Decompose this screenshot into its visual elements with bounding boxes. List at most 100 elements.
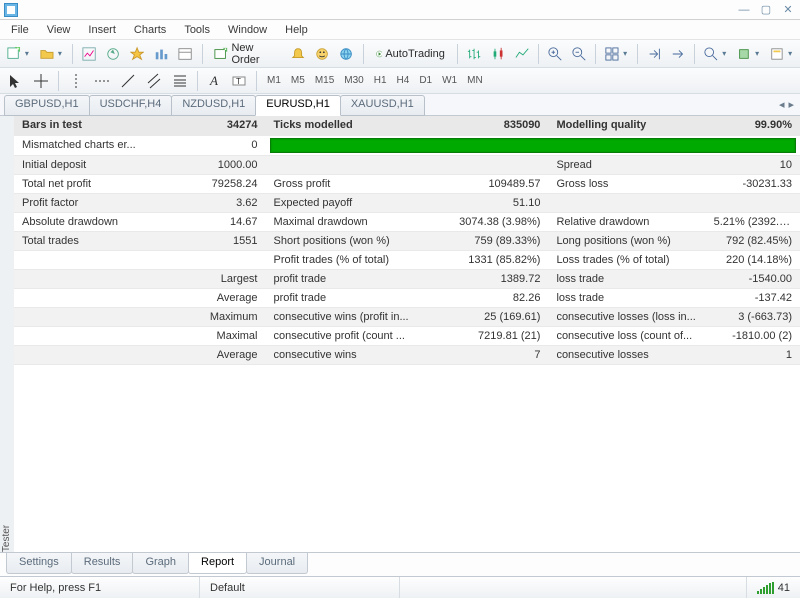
zoom-in-button[interactable] [544,43,566,65]
report-label: Long positions (won %) [548,231,705,250]
hline-icon [94,73,110,89]
chart-tab[interactable]: NZDUSD,H1 [171,95,256,116]
timeframe-m15[interactable]: M15 [310,70,339,92]
report-label: Initial deposit [14,155,163,174]
close-button[interactable]: ✕ [780,3,796,17]
report-label [266,155,439,174]
report-value: 109489.57 [438,174,548,193]
folder-icon [40,46,54,62]
chevron-down-icon: ▾ [24,49,30,58]
report-label: Mismatched charts er... [14,135,163,155]
timeframe-h1[interactable]: H1 [369,70,392,92]
equidistant-channel-button[interactable] [142,70,166,92]
tester-gutter-label: Tester [2,524,13,551]
tab-scroll-left[interactable]: ◂ [779,98,785,111]
market-watch-button[interactable] [78,43,100,65]
report-label: Loss trades (% of total) [548,250,705,269]
status-connection[interactable]: 41 [747,577,800,598]
report-label: consecutive loss (count of... [548,326,705,345]
channel-icon [146,73,162,89]
report-row: Maximumconsecutive wins (profit in...25 … [14,307,800,326]
tester-tab-graph[interactable]: Graph [132,553,189,574]
menu-view[interactable]: View [38,21,80,39]
bar-chart-icon [467,46,481,62]
report-value [438,155,548,174]
maximize-button[interactable]: ▢ [758,3,774,17]
terminal-button[interactable] [126,43,148,65]
autotrading-button[interactable]: AutoTrading [369,43,452,65]
report-label: Short positions (won %) [266,231,439,250]
chart-tab[interactable]: EURUSD,H1 [255,95,341,116]
status-connection-value: 41 [778,582,790,594]
signals-button[interactable] [335,43,357,65]
report-row: Mismatched charts er...0 [14,135,800,155]
report-label [14,326,163,345]
chart-tab[interactable]: USDCHF,H4 [89,95,173,116]
timeframe-h4[interactable]: H4 [392,70,415,92]
report-label: Relative drawdown [548,212,705,231]
status-help: For Help, press F1 [0,577,200,598]
menu-tools[interactable]: Tools [175,21,219,39]
report-label [14,307,163,326]
bell-icon [291,46,305,62]
menu-window[interactable]: Window [219,21,276,39]
tab-scroll-right[interactable]: ▸ [788,98,794,111]
candle-chart-button[interactable] [487,43,509,65]
report-value: 51.10 [438,193,548,212]
expert-list-button[interactable] [311,43,333,65]
timeframe-m1[interactable]: M1 [262,70,286,92]
horizontal-line-button[interactable] [90,70,114,92]
templates-button[interactable]: ▾ [766,43,797,65]
report-value: 5.21% (2392.12) [706,212,800,231]
profiles-button[interactable]: ▾ [36,43,67,65]
metaquotes-button[interactable] [287,43,309,65]
main-toolbar: ▾ ▾ New Order AutoTrading ▾ ▾ ▾ ▾ [0,40,800,68]
shift-chart-button[interactable] [643,43,665,65]
minimize-button[interactable]: — [736,3,752,17]
bar-chart-button[interactable] [463,43,485,65]
star-icon [130,46,144,62]
timeframe-m30[interactable]: M30 [339,70,368,92]
chart-tabs: × GBPUSD,H1USDCHF,H4NZDUSD,H1EURUSD,H1XA… [0,94,800,116]
timeframe-w1[interactable]: W1 [437,70,462,92]
new-chart-button[interactable]: ▾ [3,43,34,65]
tester-tab-report[interactable]: Report [188,553,247,574]
timeframe-m5[interactable]: M5 [286,70,310,92]
new-order-button[interactable]: New Order [207,43,285,65]
timeframe-d1[interactable]: D1 [414,70,437,92]
report-label: profit trade [266,288,439,307]
menu-help[interactable]: Help [276,21,317,39]
report-value: 82.26 [438,288,548,307]
chart-tab[interactable]: XAUUSD,H1 [340,95,425,116]
vertical-line-button[interactable] [64,70,88,92]
timeframe-mn[interactable]: MN [462,70,488,92]
crosshair-button[interactable] [29,70,53,92]
text-label-button[interactable]: T [227,70,251,92]
zoom-out-button[interactable] [568,43,590,65]
data-window-button[interactable] [174,43,196,65]
line-chart-button[interactable] [511,43,533,65]
report-value: 14.67 [163,212,265,231]
report-value: 3 (-663.73) [706,307,800,326]
trendline-button[interactable] [116,70,140,92]
chart-tab[interactable]: GBPUSD,H1 [4,95,90,116]
navigator-button[interactable] [102,43,124,65]
data-window-icon [178,46,192,62]
report-value: 25 (169.61) [438,307,548,326]
indicators-button[interactable]: ▾ [700,43,731,65]
tester-button[interactable] [150,43,172,65]
tile-windows-button[interactable]: ▾ [601,43,632,65]
auto-scroll-button[interactable] [667,43,689,65]
tester-tab-results[interactable]: Results [71,553,134,574]
report-value [706,193,800,212]
periodicity-button[interactable]: ▾ [733,43,764,65]
fibonacci-button[interactable] [168,70,192,92]
report-table: Bars in test34274Ticks modelled835090Mod… [14,116,800,365]
text-button[interactable]: A [203,70,225,92]
menu-insert[interactable]: Insert [79,21,125,39]
tester-tab-journal[interactable]: Journal [246,553,308,574]
menu-charts[interactable]: Charts [125,21,175,39]
tester-tab-settings[interactable]: Settings [6,553,72,574]
menu-file[interactable]: File [2,21,38,39]
cursor-button[interactable] [3,70,27,92]
